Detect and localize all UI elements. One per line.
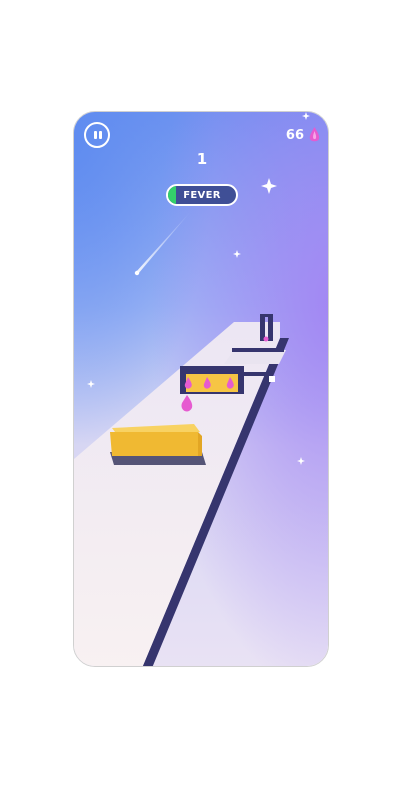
pause-icon [93,131,97,139]
gem-count: 66 [285,127,304,143]
far-gate [260,315,265,341]
level-number: 1 [196,150,208,168]
fever-label: FEVER [183,189,221,201]
pause-button[interactable] [84,122,110,148]
pink-gem-icon [309,127,320,143]
gem-counter: 66 [286,126,320,144]
game-viewport[interactable]: 66 1 FEVER [73,111,329,667]
gate-platform [224,350,286,364]
fever-meter: FEVER [166,184,238,206]
player-block-front [110,432,202,456]
